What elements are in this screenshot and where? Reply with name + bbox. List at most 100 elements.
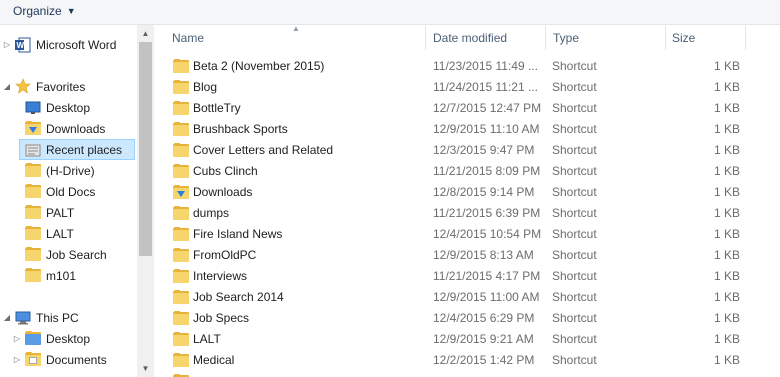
folder-icon <box>25 247 41 263</box>
folder-shortcut-icon <box>173 332 189 346</box>
collapse-arrow-icon[interactable]: ◢ <box>2 82 12 91</box>
expand-arrow-icon[interactable]: ▷ <box>12 334 22 343</box>
chevron-down-icon: ▼ <box>66 6 76 16</box>
collapse-arrow-icon[interactable]: ◢ <box>2 313 12 322</box>
file-date-modified: 11/24/2015 11:21 ... <box>433 80 538 94</box>
column-header-label: Name <box>172 30 205 45</box>
nav-item-label: Desktop <box>46 331 91 346</box>
column-header-label: Type <box>553 30 580 45</box>
file-size: 1 KB <box>713 164 740 178</box>
table-row[interactable]: Interviews 11/21/2015 4:17 PM Shortcut 1… <box>155 266 780 287</box>
expand-arrow-icon[interactable]: ▷ <box>12 355 22 364</box>
table-row[interactable]: Downloads 12/8/2015 9:14 PM Shortcut 1 K… <box>155 182 780 203</box>
desktop-icon <box>25 100 41 116</box>
file-name: FromOldPC <box>193 248 257 262</box>
file-date-modified: 11/21/2015 8:09 PM <box>433 164 541 178</box>
table-row[interactable]: Medical 12/2/2015 1:42 PM Shortcut 1 KB <box>155 350 780 371</box>
nav-item-label: Documents <box>46 352 107 367</box>
column-divider[interactable] <box>665 25 666 50</box>
recent-places-icon <box>25 142 41 158</box>
nav-item-microsoft-word[interactable]: ▷ W Microsoft Word <box>0 34 135 55</box>
table-row[interactable]: Job Specs 12/4/2015 6:29 PM Shortcut 1 K… <box>155 308 780 329</box>
file-type: Shortcut <box>552 185 597 199</box>
desktop-folder-icon <box>25 331 41 347</box>
file-name: Fire Island News <box>193 227 283 241</box>
navigation-pane: ▷ W Microsoft Word ◢ Favorites Desktop D… <box>0 25 137 377</box>
column-divider[interactable] <box>545 25 546 50</box>
file-type: Shortcut <box>552 80 597 94</box>
nav-item-recent-places[interactable]: Recent places <box>19 139 135 160</box>
folder-icon <box>25 163 41 179</box>
file-date-modified: 12/4/2015 10:54 PM <box>433 227 542 241</box>
file-size: 1 KB <box>713 185 740 199</box>
column-divider[interactable] <box>425 25 426 50</box>
navigation-pane-scrollbar[interactable]: ▲ ▼ <box>137 25 154 377</box>
column-header-row: ▲ Name Date modified Type Size <box>155 24 780 50</box>
table-row[interactable]: BottleTry 12/7/2015 12:47 PM Shortcut 1 … <box>155 98 780 119</box>
table-row[interactable]: dumps 11/21/2015 6:39 PM Shortcut 1 KB <box>155 203 780 224</box>
column-divider[interactable] <box>745 25 746 50</box>
table-row[interactable]: Beta 2 (November 2015) 11/23/2015 11:49 … <box>155 56 780 77</box>
nav-item-documents[interactable]: ▷ Documents <box>0 349 135 370</box>
nav-item-label: PALT <box>46 205 75 220</box>
svg-text:W: W <box>17 41 25 50</box>
table-row[interactable]: LALT 12/9/2015 9:21 AM Shortcut 1 KB <box>155 329 780 350</box>
expand-arrow-icon[interactable]: ▷ <box>2 40 12 49</box>
organize-menu-button[interactable]: Organize ▼ <box>13 2 76 20</box>
folder-shortcut-icon <box>173 80 189 94</box>
column-header-type[interactable]: Type <box>553 25 579 50</box>
table-row[interactable]: Job Search 2014 12/9/2015 11:00 AM Short… <box>155 287 780 308</box>
file-date-modified: 12/9/2015 9:21 AM <box>433 332 534 346</box>
file-size: 1 KB <box>713 143 740 157</box>
table-row[interactable]: Blog 11/24/2015 11:21 ... Shortcut 1 KB <box>155 77 780 98</box>
table-row[interactable]: Brushback Sports 12/9/2015 11:10 AM Shor… <box>155 119 780 140</box>
file-size: 1 KB <box>713 227 740 241</box>
nav-item-favorites[interactable]: ◢ Favorites <box>0 76 135 97</box>
file-name: Cover Letters and Related <box>193 143 334 157</box>
column-header-date-modified[interactable]: Date modified <box>433 25 507 50</box>
file-date-modified: 12/2/2015 1:42 PM <box>433 353 535 367</box>
nav-item-pc-desktop[interactable]: ▷ Desktop <box>0 328 135 349</box>
sort-ascending-icon: ▲ <box>292 24 300 33</box>
file-type: Shortcut <box>552 227 597 241</box>
computer-icon <box>15 310 31 326</box>
nav-item-palt[interactable]: PALT <box>0 202 135 223</box>
nav-item-label: LALT <box>46 226 74 241</box>
table-row[interactable]: FromOldPC 12/9/2015 8:13 AM Shortcut 1 K… <box>155 245 780 266</box>
file-date-modified: 11/23/2015 11:49 ... <box>433 59 538 73</box>
file-date-modified: 12/9/2015 8:13 AM <box>433 248 534 262</box>
scrollbar-thumb[interactable] <box>139 42 152 256</box>
column-header-size[interactable]: Size <box>672 25 695 50</box>
nav-item-old-docs[interactable]: Old Docs <box>0 181 135 202</box>
nav-item-downloads[interactable]: Downloads <box>0 118 135 139</box>
folder-shortcut-icon <box>173 269 189 283</box>
file-size: 1 KB <box>713 59 740 73</box>
table-row[interactable]: Fire Island News 12/4/2015 10:54 PM Shor… <box>155 224 780 245</box>
file-name: Brushback Sports <box>193 122 288 136</box>
nav-item-m101[interactable]: m101 <box>0 265 135 286</box>
table-row[interactable]: Cover Letters and Related 12/3/2015 9:47… <box>155 140 780 161</box>
file-size: 1 KB <box>713 206 740 220</box>
folder-shortcut-icon <box>173 122 189 136</box>
file-type: Shortcut <box>552 206 597 220</box>
file-size: 1 KB <box>713 332 740 346</box>
file-type: Shortcut <box>552 332 597 346</box>
nav-item-lalt[interactable]: LALT <box>0 223 135 244</box>
table-row[interactable]: Cubs Clinch 11/21/2015 8:09 PM Shortcut … <box>155 161 780 182</box>
nav-item-label: Favorites <box>36 79 86 94</box>
file-type: Shortcut <box>552 101 597 115</box>
nav-item-desktop[interactable]: Desktop <box>0 97 135 118</box>
folder-icon <box>25 226 41 242</box>
nav-item-h-drive[interactable]: (H-Drive) <box>0 160 135 181</box>
scroll-down-icon[interactable]: ▼ <box>137 360 154 377</box>
nav-item-job-search[interactable]: Job Search <box>0 244 135 265</box>
nav-item-this-pc[interactable]: ◢ This PC <box>0 307 135 328</box>
file-type: Shortcut <box>552 269 597 283</box>
table-row-partial[interactable] <box>155 371 780 377</box>
file-date-modified: 12/7/2015 12:47 PM <box>433 101 542 115</box>
scroll-up-icon[interactable]: ▲ <box>137 25 154 42</box>
word-icon: W <box>15 37 31 53</box>
file-name: Medical <box>193 353 235 367</box>
file-name: Job Specs <box>193 311 250 325</box>
column-header-name[interactable]: Name <box>172 25 204 50</box>
